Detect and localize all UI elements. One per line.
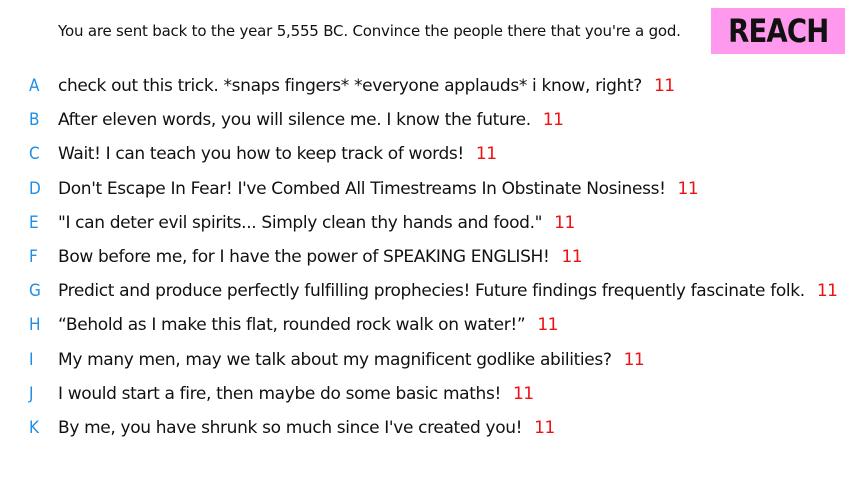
answer-row-f[interactable]: F Bow before me, for I have the power of…	[0, 240, 853, 274]
answer-text: “Behold as I make this flat, rounded roc…	[58, 315, 526, 336]
answer-letter: J	[29, 383, 34, 404]
answer-score: 11	[561, 246, 583, 267]
answer-row-g[interactable]: G Predict and produce perfectly fulfilli…	[0, 274, 853, 308]
answer-text: "I can deter evil spirits... Simply clea…	[58, 212, 543, 233]
answer-row-i[interactable]: I My many men, may we talk about my magn…	[0, 343, 853, 377]
answer-letter: H	[29, 315, 41, 336]
answer-text: By me, you have shrunk so much since I'v…	[58, 417, 523, 438]
answer-score: 11	[677, 178, 699, 199]
answer-row-e[interactable]: E "I can deter evil spirits... Simply cl…	[0, 206, 853, 240]
answer-row-j[interactable]: J I would start a fire, then maybe do so…	[0, 377, 853, 411]
answer-text: My many men, may we talk about my magnif…	[58, 349, 612, 370]
answer-score: 11	[534, 417, 555, 438]
answer-row-k[interactable]: K By me, you have shrunk so much since I…	[0, 411, 853, 445]
answer-row-h[interactable]: H “Behold as I make this flat, rounded r…	[0, 308, 853, 342]
reach-badge: REACH	[711, 8, 845, 54]
answer-body: check out this trick. *snaps fingers* *e…	[58, 69, 675, 103]
answer-list: A check out this trick. *snaps fingers* …	[0, 69, 853, 445]
prompt-text: You are sent back to the year 5,555 BC. …	[58, 22, 681, 40]
answer-score: 11	[537, 315, 558, 336]
answer-letter: C	[29, 144, 40, 165]
answer-letter: F	[29, 246, 38, 267]
answer-row-b[interactable]: B After eleven words, you will silence m…	[0, 103, 853, 137]
answer-body: “Behold as I make this flat, rounded roc…	[58, 308, 558, 342]
answer-body: Don't Escape In Fear! I've Combed All Ti…	[58, 172, 699, 206]
answer-letter: E	[29, 212, 39, 233]
answer-score: 11	[475, 144, 497, 165]
answer-letter: G	[29, 281, 41, 302]
answer-row-c[interactable]: C Wait! I can teach you how to keep trac…	[0, 137, 853, 171]
answer-score: 11	[816, 281, 838, 302]
answer-row-a[interactable]: A check out this trick. *snaps fingers* …	[0, 69, 853, 103]
answer-letter: A	[29, 76, 40, 96]
answer-text: check out this trick. *snaps fingers* *e…	[58, 76, 642, 96]
answer-letter: D	[29, 178, 41, 199]
answer-text: I would start a fire, then maybe do some…	[58, 383, 501, 404]
answer-text: After eleven words, you will silence me.…	[58, 110, 531, 131]
answer-body: "I can deter evil spirits... Simply clea…	[58, 206, 575, 240]
answer-body: My many men, may we talk about my magnif…	[58, 343, 645, 377]
reach-badge-label: REACH	[727, 12, 829, 50]
answer-body: After eleven words, you will silence me.…	[58, 103, 564, 137]
answer-letter: B	[29, 110, 40, 131]
answer-body: Wait! I can teach you how to keep track …	[58, 137, 497, 171]
answer-text: Bow before me, for I have the power of S…	[58, 246, 550, 267]
answer-letter: I	[29, 349, 34, 370]
answer-score: 11	[512, 383, 534, 404]
answer-body: Predict and produce perfectly fulfilling…	[58, 274, 838, 308]
answer-score: 11	[554, 212, 575, 233]
answer-score: 11	[653, 76, 675, 96]
answer-body: By me, you have shrunk so much since I'v…	[58, 411, 555, 445]
answer-row-d[interactable]: D Don't Escape In Fear! I've Combed All …	[0, 172, 853, 206]
answer-body: I would start a fire, then maybe do some…	[58, 377, 534, 411]
answer-text: Don't Escape In Fear! I've Combed All Ti…	[58, 178, 666, 199]
answer-score: 11	[623, 349, 645, 370]
answer-text: Wait! I can teach you how to keep track …	[58, 144, 464, 165]
answer-text: Predict and produce perfectly fulfilling…	[58, 281, 805, 302]
answer-score: 11	[542, 110, 564, 131]
answer-body: Bow before me, for I have the power of S…	[58, 240, 583, 274]
answer-letter: K	[29, 417, 40, 438]
